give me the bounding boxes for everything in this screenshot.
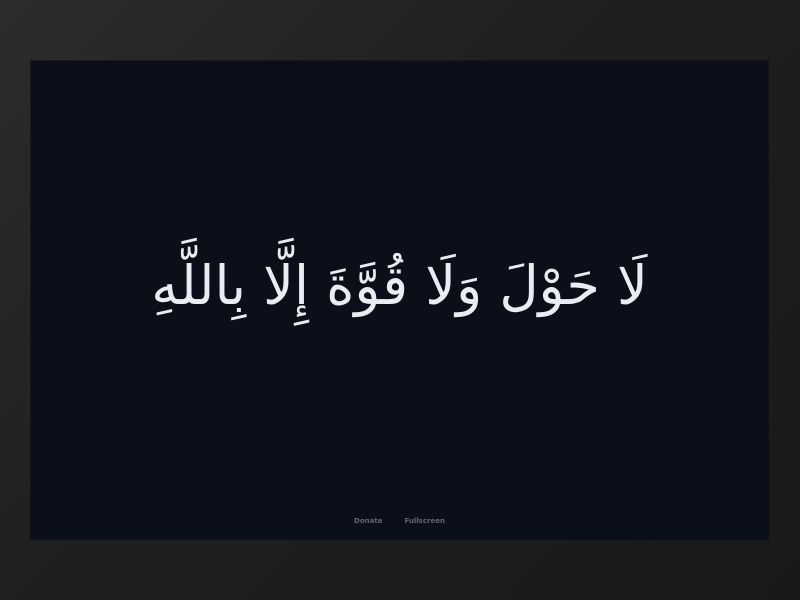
footer-links: Donate Fullscreen bbox=[31, 517, 768, 525]
donate-button[interactable]: Donate bbox=[354, 517, 382, 525]
arabic-verse: لَا حَوْلَ وَلَا قُوَّةَ إِلَّا بِاللَّه… bbox=[151, 254, 648, 318]
display-panel: لَا حَوْلَ وَلَا قُوَّةَ إِلَّا بِاللَّه… bbox=[31, 61, 768, 539]
fullscreen-button[interactable]: Fullscreen bbox=[404, 517, 444, 525]
